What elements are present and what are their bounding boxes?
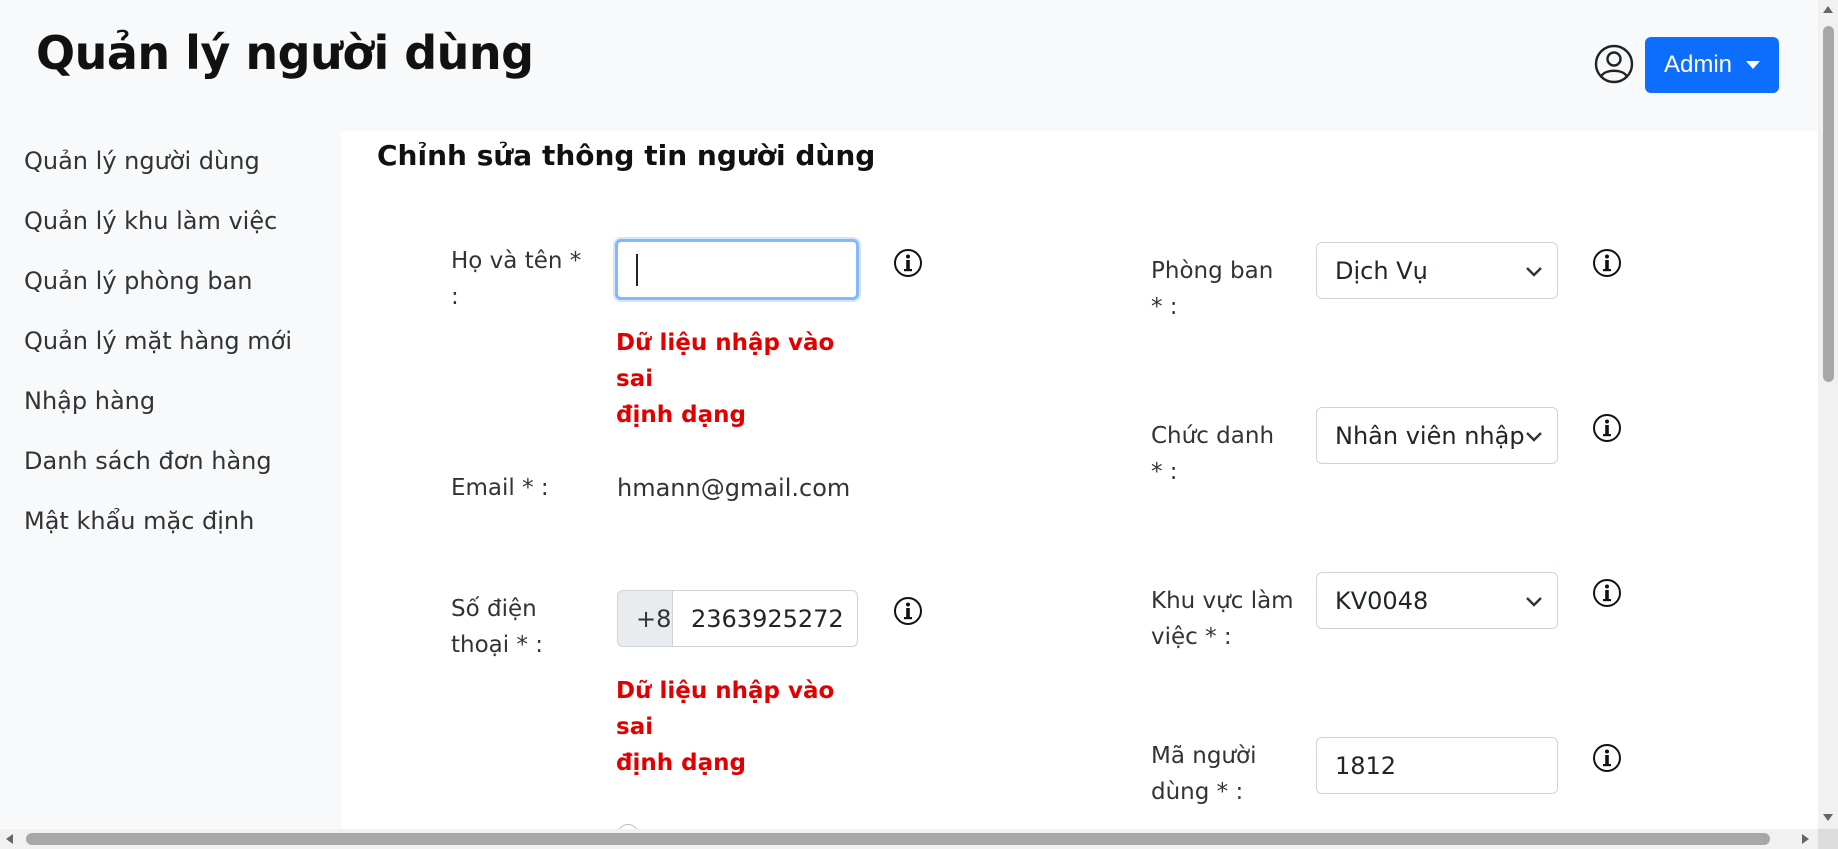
text-cursor <box>636 253 638 286</box>
info-icon[interactable] <box>1592 413 1622 443</box>
sidebar-item-work-areas[interactable]: Quản lý khu làm việc <box>24 207 277 235</box>
chevron-down-icon <box>1526 597 1542 607</box>
department-select[interactable]: Dịch Vụ <box>1316 242 1558 299</box>
full-name-error-line2: định dạng <box>616 402 746 428</box>
sidebar-item-orders[interactable]: Danh sách đơn hàng <box>24 447 272 475</box>
department-label: Phòng ban * : <box>1151 253 1273 325</box>
vertical-scroll-thumb[interactable] <box>1823 26 1834 382</box>
full-name-label: Họ và tên * : <box>451 243 581 315</box>
phone-label-line2: thoại * : <box>451 632 544 658</box>
phone-error: Dữ liệu nhập vào sai định dạng <box>616 673 876 781</box>
horizontal-scrollbar[interactable] <box>0 829 1818 849</box>
app-title: Quản lý người dùng <box>36 26 534 80</box>
scroll-down-arrow-icon[interactable] <box>1823 814 1833 821</box>
scroll-up-arrow-icon[interactable] <box>1823 6 1833 13</box>
phone-error-line2: định dạng <box>616 750 746 776</box>
scrollbar-corner <box>1818 829 1838 849</box>
admin-label: Admin <box>1663 51 1733 78</box>
user-circle-icon[interactable] <box>1594 44 1634 84</box>
user-code-label-line1: Mã người <box>1151 743 1257 769</box>
phone-label-line1: Số điện <box>451 596 537 622</box>
email-value: hmann@gmail.com <box>617 474 851 502</box>
position-label-line2: * : <box>1151 459 1178 485</box>
work-area-label-line1: Khu vực làm <box>1151 588 1294 614</box>
phone-label: Số điện thoại * : <box>451 591 543 663</box>
work-area-label: Khu vực làm việc * : <box>1151 583 1294 655</box>
full-name-error-line1: Dữ liệu nhập vào sai <box>616 330 835 392</box>
info-icon[interactable] <box>1592 743 1622 773</box>
full-name-input[interactable] <box>615 239 859 300</box>
position-label: Chức danh * : <box>1151 418 1274 490</box>
form-title: Chỉnh sửa thông tin người dùng <box>377 139 876 172</box>
department-label-line2: * : <box>1151 294 1178 320</box>
top-header: Quản lý người dùng Admin <box>0 0 1818 131</box>
email-label: Email * : <box>451 475 549 501</box>
caret-down-icon <box>1746 61 1761 69</box>
info-icon[interactable] <box>893 248 923 278</box>
full-name-label-line2: : <box>451 284 459 310</box>
phone-error-line1: Dữ liệu nhập vào sai <box>616 678 835 740</box>
sidebar-item-users[interactable]: Quản lý người dùng <box>24 147 260 175</box>
department-value: Dịch Vụ <box>1335 256 1428 285</box>
horizontal-scroll-thumb[interactable] <box>26 833 1770 845</box>
user-code-input[interactable]: 1812 <box>1316 737 1558 794</box>
scroll-left-arrow-icon[interactable] <box>6 834 13 844</box>
user-code-label: Mã người dùng * : <box>1151 738 1256 810</box>
info-icon[interactable] <box>1592 578 1622 608</box>
sidebar-item-import[interactable]: Nhập hàng <box>24 387 155 415</box>
position-value: Nhân viên nhập <box>1335 421 1525 450</box>
chevron-down-icon <box>1526 267 1542 277</box>
info-icon[interactable] <box>893 596 923 626</box>
work-area-label-line2: việc * : <box>1151 624 1232 650</box>
sidebar-item-default-password[interactable]: Mật khẩu mặc định <box>24 507 254 535</box>
phone-input[interactable]: 2363925272 <box>672 590 858 647</box>
phone-prefix: +84 <box>617 590 677 647</box>
vertical-scrollbar[interactable] <box>1818 0 1838 829</box>
position-select[interactable]: Nhân viên nhập <box>1316 407 1558 464</box>
full-name-label-line1: Họ và tên * <box>451 248 582 274</box>
work-area-select[interactable]: KV0048 <box>1316 572 1558 629</box>
work-area-value: KV0048 <box>1335 586 1429 615</box>
position-label-line1: Chức danh <box>1151 423 1275 449</box>
info-icon[interactable] <box>1592 248 1622 278</box>
user-code-label-line2: dùng * : <box>1151 779 1244 805</box>
sidebar-item-departments[interactable]: Quản lý phòng ban <box>24 267 253 295</box>
sidebar: Quản lý người dùng Quản lý khu làm việc … <box>0 131 341 829</box>
sidebar-item-new-products[interactable]: Quản lý mặt hàng mới <box>24 327 292 355</box>
department-label-line1: Phòng ban <box>1151 258 1274 284</box>
chevron-down-icon <box>1526 432 1542 442</box>
full-name-error: Dữ liệu nhập vào sai định dạng <box>616 325 876 433</box>
main-content: Chỉnh sửa thông tin người dùng Họ và tên… <box>341 131 1818 846</box>
scroll-right-arrow-icon[interactable] <box>1802 834 1809 844</box>
admin-dropdown-button[interactable]: Admin <box>1645 37 1779 93</box>
